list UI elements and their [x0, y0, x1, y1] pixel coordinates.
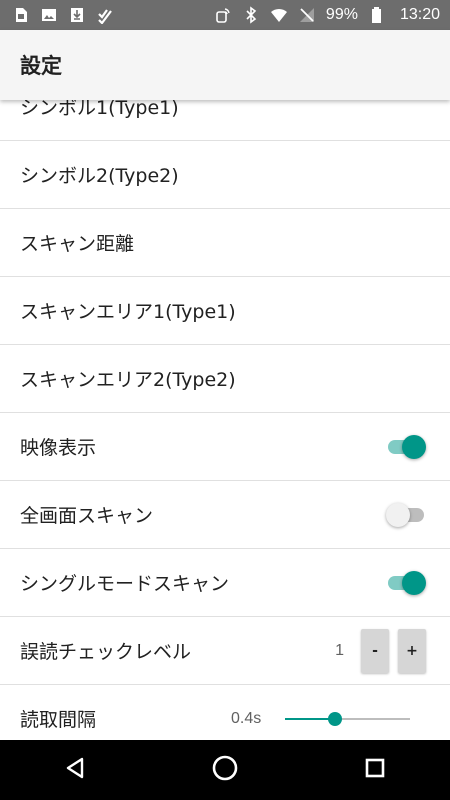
- switch-thumb: [402, 434, 426, 459]
- setting-symbol-type2[interactable]: シンボル2(Type2): [0, 141, 450, 209]
- setting-label: スキャン距離: [20, 233, 135, 255]
- sim-card-icon: [12, 6, 30, 24]
- settings-list[interactable]: シンボル1(Type1) シンボル2(Type2) スキャン距離 スキャンエリア…: [0, 100, 450, 740]
- decrement-button[interactable]: -: [361, 628, 389, 673]
- setting-fullscreen-scan[interactable]: 全画面スキャン: [0, 481, 450, 549]
- video-display-switch[interactable]: [386, 434, 426, 460]
- slider-knob[interactable]: [328, 711, 342, 726]
- setting-label: シングルモードスキャン: [20, 573, 230, 595]
- clock: 13:20: [399, 6, 440, 23]
- recents-button[interactable]: [355, 750, 395, 790]
- bluetooth-icon: [242, 6, 260, 24]
- setting-scan-area-type2[interactable]: スキャンエリア2(Type2): [0, 345, 450, 413]
- page-title: 設定: [20, 54, 62, 78]
- checklist-icon: [96, 6, 114, 24]
- download-icon: [68, 6, 86, 24]
- setting-read-interval: 読取間隔 0.4s: [0, 685, 450, 740]
- setting-misread-check-level: 誤読チェックレベル 1 - +: [0, 617, 450, 685]
- switch-thumb: [386, 502, 410, 527]
- screen: 99% 13:20 設定 シンボル1(Type1) シンボル2(Type2) ス…: [0, 0, 450, 800]
- setting-label: 全画面スキャン: [20, 505, 154, 527]
- app-bar: 設定: [0, 30, 450, 100]
- slider-value: 0.4s: [231, 709, 262, 727]
- switch-thumb: [402, 570, 426, 595]
- setting-label: スキャンエリア2(Type2): [20, 369, 236, 391]
- misread-level-stepper: 1 - +: [335, 628, 426, 673]
- settings-list-content: シンボル1(Type1) シンボル2(Type2) スキャン距離 スキャンエリア…: [0, 100, 450, 740]
- back-icon: [60, 753, 90, 787]
- setting-label: 映像表示: [20, 437, 97, 459]
- setting-label: シンボル1(Type1): [20, 100, 179, 119]
- setting-label: 読取間隔: [20, 709, 97, 731]
- status-left: [12, 6, 114, 24]
- battery-icon: [368, 6, 386, 24]
- image-icon: [40, 6, 58, 24]
- nfc-icon: [214, 6, 232, 24]
- setting-single-mode-scan[interactable]: シングルモードスキャン: [0, 549, 450, 617]
- home-icon: [210, 753, 240, 787]
- wifi-icon: [270, 6, 288, 24]
- setting-symbol-type1[interactable]: シンボル1(Type1): [0, 100, 450, 141]
- setting-scan-area-type1[interactable]: スキャンエリア1(Type1): [0, 277, 450, 345]
- single-mode-scan-switch[interactable]: [386, 570, 426, 596]
- increment-button[interactable]: +: [398, 628, 426, 673]
- nav-bar: [0, 740, 450, 800]
- setting-video-display[interactable]: 映像表示: [0, 413, 450, 481]
- stepper-value: 1: [335, 641, 344, 659]
- status-right: 99% 13:20: [214, 6, 440, 24]
- recents-icon: [360, 753, 390, 787]
- status-bar: 99% 13:20: [0, 0, 450, 30]
- back-button[interactable]: [55, 750, 95, 790]
- setting-label: シンボル2(Type2): [20, 165, 179, 187]
- setting-label: スキャンエリア1(Type1): [20, 301, 236, 323]
- fullscreen-scan-switch[interactable]: [386, 502, 426, 528]
- battery-percent: 99%: [325, 6, 358, 23]
- setting-scan-distance[interactable]: スキャン距離: [0, 209, 450, 277]
- setting-label: 誤読チェックレベル: [20, 641, 192, 663]
- read-interval-slider[interactable]: [285, 711, 410, 727]
- home-button[interactable]: [205, 750, 245, 790]
- no-signal-icon: [298, 6, 316, 24]
